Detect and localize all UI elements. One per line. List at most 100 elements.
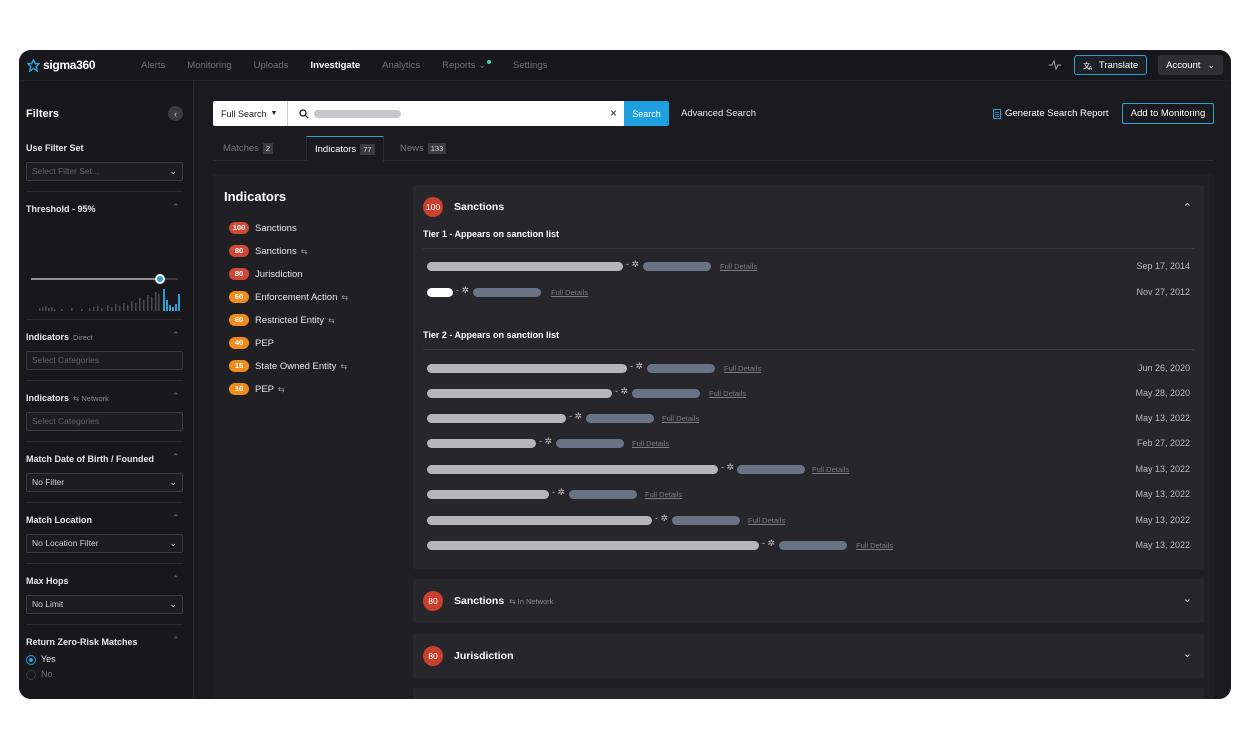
filter-set-select[interactable]: Select Filter Set... ⌄ — [26, 162, 183, 181]
nav-investigate[interactable]: Investigate — [311, 60, 361, 71]
indicator-item[interactable]: 100 Sanctions — [229, 222, 297, 234]
indicator-item[interactable]: 15 State Owned Entity ⇆ — [229, 360, 347, 372]
nav-analytics[interactable]: Analytics — [382, 60, 420, 71]
indicator-item[interactable]: 60 Enforcement Action ⇆ — [229, 291, 348, 303]
record-date: Sep 17, 2014 — [1136, 261, 1190, 271]
indicator-item[interactable]: 60 Restricted Entity ⇆ — [229, 314, 335, 326]
chevron-down-icon: ⌄ — [169, 477, 177, 487]
chevron-down-icon[interactable]: ⌄ — [1183, 647, 1192, 660]
indicators-network-select[interactable]: Select Categories — [26, 412, 183, 431]
separator-icon: - ✲ — [626, 259, 640, 269]
separator-icon: - ✲ — [721, 462, 735, 472]
nav-settings[interactable]: Settings — [513, 60, 547, 71]
tab-matches-count: 2 — [262, 143, 274, 154]
full-details-link[interactable]: Full Details — [720, 262, 757, 271]
tab-indicators[interactable]: Indicators 77 — [306, 136, 384, 162]
zero-risk-no-radio[interactable] — [26, 670, 36, 680]
zero-risk-yes-radio[interactable] — [26, 655, 36, 665]
divider — [26, 380, 183, 381]
redacted-name — [427, 414, 566, 423]
match-dob-select[interactable]: No Filter ⌄ — [26, 473, 183, 492]
redacted-source — [556, 439, 624, 448]
translate-icon: 文 A — [1083, 61, 1093, 71]
full-details-link[interactable]: Full Details — [551, 288, 588, 297]
score-badge: 60 — [229, 314, 249, 326]
nav-monitoring[interactable]: Monitoring — [187, 60, 231, 71]
full-details-link[interactable]: Full Details — [662, 414, 699, 423]
chevron-up-icon[interactable]: ⌃ — [172, 513, 180, 524]
translate-button[interactable]: 文 A Translate — [1073, 55, 1148, 75]
search-input[interactable]: × — [288, 101, 624, 126]
network-icon: ⇆ — [328, 315, 335, 325]
record-date: May 13, 2022 — [1135, 413, 1190, 423]
divider — [26, 502, 183, 503]
nav-uploads[interactable]: Uploads — [254, 60, 289, 71]
chevron-up-icon[interactable]: ⌃ — [172, 330, 180, 341]
full-details-link[interactable]: Full Details — [748, 516, 785, 525]
search-button[interactable]: Search — [624, 101, 669, 126]
nav-reports[interactable]: Reports ⌄ — [442, 59, 492, 71]
full-details-link[interactable]: Full Details — [632, 439, 669, 448]
indicators-title: Indicators — [224, 189, 287, 204]
match-location-select[interactable]: No Location Filter ⌄ — [26, 534, 183, 553]
redacted-name — [427, 288, 453, 297]
caret-down-icon: ▼ — [270, 110, 278, 117]
sanction-record: - ✲ Full Details May 13, 2022 — [427, 411, 1190, 424]
full-details-link[interactable]: Full Details — [645, 490, 682, 499]
separator-icon: - ✲ — [539, 436, 553, 446]
sanction-record: - ✲ Full Details May 13, 2022 — [427, 513, 1190, 526]
redacted-name — [427, 541, 759, 550]
indicator-item[interactable]: 10 PEP ⇆ — [229, 383, 285, 395]
chevron-up-icon[interactable]: ⌃ — [172, 452, 180, 463]
sanctions-network-panel[interactable]: 80 Sanctions ⇆ In Network ⌄ — [413, 579, 1204, 623]
chevron-down-icon: ⌄ — [169, 599, 177, 609]
full-details-link[interactable]: Full Details — [812, 465, 849, 474]
brand-logo[interactable]: sigma360 — [27, 58, 119, 72]
sanctions-panel-header[interactable]: 100 Sanctions — [423, 197, 504, 217]
sanctions-panel: 100 Sanctions ⌃ Tier 1 - Appears on sanc… — [413, 185, 1204, 569]
tab-matches[interactable]: Matches 2 — [223, 136, 274, 161]
redacted-source — [632, 389, 700, 398]
record-date: Feb 27, 2022 — [1136, 438, 1190, 448]
indicator-item[interactable]: 80 Jurisdiction — [229, 268, 303, 280]
generate-report-label: Generate Search Report — [1005, 108, 1109, 119]
chevron-up-icon[interactable]: ⌃ — [172, 202, 180, 213]
threshold-slider-thumb[interactable] — [155, 274, 165, 284]
indicator-item[interactable]: 40 PEP — [229, 337, 274, 349]
chevron-up-icon[interactable]: ⌃ — [172, 635, 180, 646]
threshold-histogram — [39, 289, 180, 311]
chevron-down-icon[interactable]: ⌄ — [1183, 592, 1192, 605]
account-button[interactable]: Account ⌄ — [1158, 55, 1223, 75]
record-date: May 13, 2022 — [1135, 540, 1190, 550]
collapse-sidebar-button[interactable]: ‹ — [168, 106, 183, 121]
advanced-search-link[interactable]: Advanced Search — [681, 108, 756, 119]
network-icon: ⇆ — [340, 361, 348, 371]
jurisdiction-panel[interactable]: 80 Jurisdiction ⌄ — [413, 634, 1204, 678]
max-hops-select[interactable]: No Limit ⌄ — [26, 595, 183, 614]
indicator-item[interactable]: 80 Sanctions ⇆ — [229, 245, 307, 257]
search-type-select[interactable]: Full Search ▼ — [213, 101, 288, 126]
chevron-up-icon[interactable]: ⌃ — [172, 391, 180, 402]
divider — [26, 441, 183, 442]
nav-alerts[interactable]: Alerts — [141, 60, 165, 71]
sanction-record: - ✲ Full Details May 13, 2022 — [427, 487, 1190, 500]
full-details-link[interactable]: Full Details — [709, 389, 746, 398]
match-dob-label: Match Date of Birth / Founded — [26, 454, 154, 464]
tab-news[interactable]: News 133 — [400, 136, 447, 161]
score-circle: 80 — [423, 591, 443, 611]
results-tabs: Matches 2 Indicators 77 News 133 — [213, 136, 1214, 162]
add-to-monitoring-button[interactable]: Add to Monitoring — [1122, 103, 1214, 124]
indicators-direct-select[interactable]: Select Categories — [26, 351, 183, 370]
full-details-link[interactable]: Full Details — [856, 541, 893, 550]
panel-title: Sanctions — [454, 201, 505, 213]
clear-search-icon[interactable]: × — [610, 106, 617, 120]
indicators-direct-placeholder: Select Categories — [32, 355, 100, 365]
generate-report-button[interactable]: Generate Search Report — [993, 108, 1109, 119]
panel-sub-label: In Network — [517, 597, 554, 606]
chevron-up-icon[interactable]: ⌃ — [172, 574, 180, 585]
divider — [423, 248, 1194, 249]
activity-icon[interactable] — [1048, 58, 1062, 72]
indicators-network-placeholder: Select Categories — [32, 416, 100, 426]
chevron-up-icon[interactable]: ⌃ — [1183, 201, 1192, 214]
full-details-link[interactable]: Full Details — [724, 364, 761, 373]
